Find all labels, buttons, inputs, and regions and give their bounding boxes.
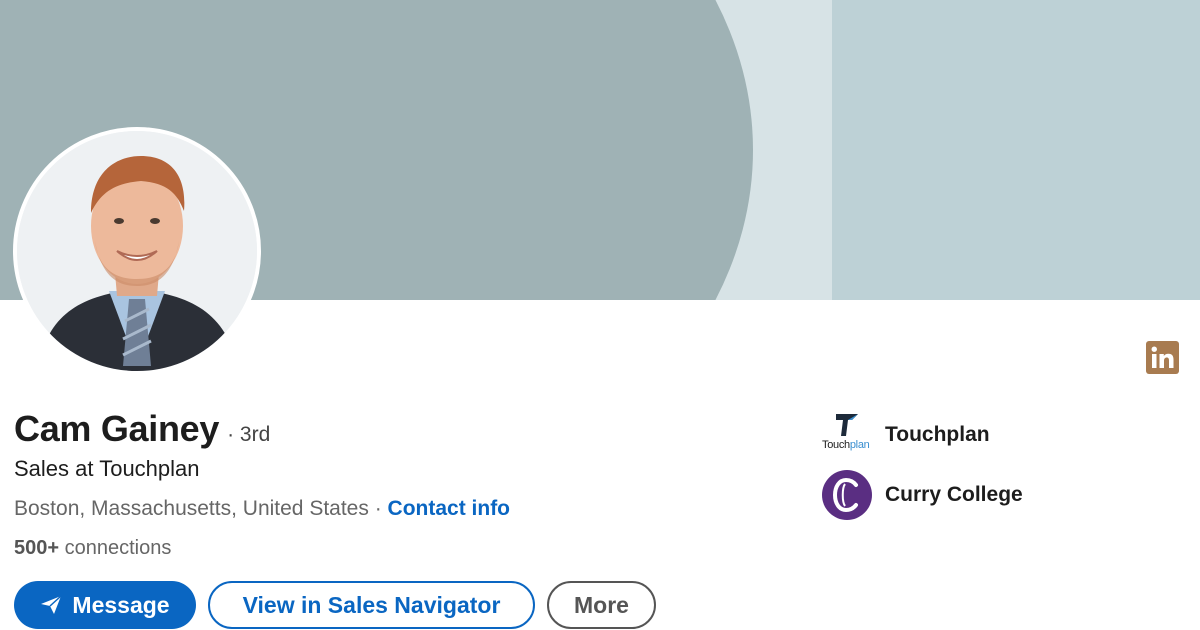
name-row: Cam Gainey · 3rd <box>14 408 270 450</box>
org-touchplan[interactable]: Touchplan Touchplan <box>822 410 990 460</box>
more-button-label: More <box>574 591 629 618</box>
connections-label: connections <box>59 537 172 559</box>
more-button[interactable]: More <box>547 581 656 629</box>
avatar-photo <box>17 131 257 371</box>
org-name-curry-college: Curry College <box>885 483 1023 506</box>
connections-number: 500+ <box>14 537 60 559</box>
connections-count[interactable]: 500+ connections <box>14 537 171 560</box>
profile-location: Boston, Massachusetts, United States <box>14 497 369 520</box>
message-button[interactable]: Message <box>14 581 196 629</box>
touchplan-logo-text: Touchplan <box>822 439 870 451</box>
profile-name: Cam Gainey <box>14 408 220 449</box>
location-separator: · <box>368 497 388 520</box>
curry-college-logo <box>822 470 872 520</box>
location-row: Boston, Massachusetts, United States · C… <box>14 497 510 521</box>
profile-avatar[interactable] <box>13 127 261 375</box>
touchplan-logo: Touchplan <box>822 410 872 460</box>
connection-degree: · 3rd <box>227 423 271 446</box>
linkedin-icon[interactable] <box>1146 341 1179 374</box>
org-curry-college[interactable]: Curry College <box>822 470 1023 520</box>
profile-headline: Sales at Touchplan <box>14 456 200 481</box>
org-name-touchplan: Touchplan <box>885 423 990 446</box>
send-icon <box>41 595 62 614</box>
view-in-sales-navigator-button[interactable]: View in Sales Navigator <box>208 581 535 629</box>
contact-info-link[interactable]: Contact info <box>388 497 510 520</box>
sales-navigator-label: View in Sales Navigator <box>242 591 501 618</box>
message-button-label: Message <box>72 591 170 618</box>
